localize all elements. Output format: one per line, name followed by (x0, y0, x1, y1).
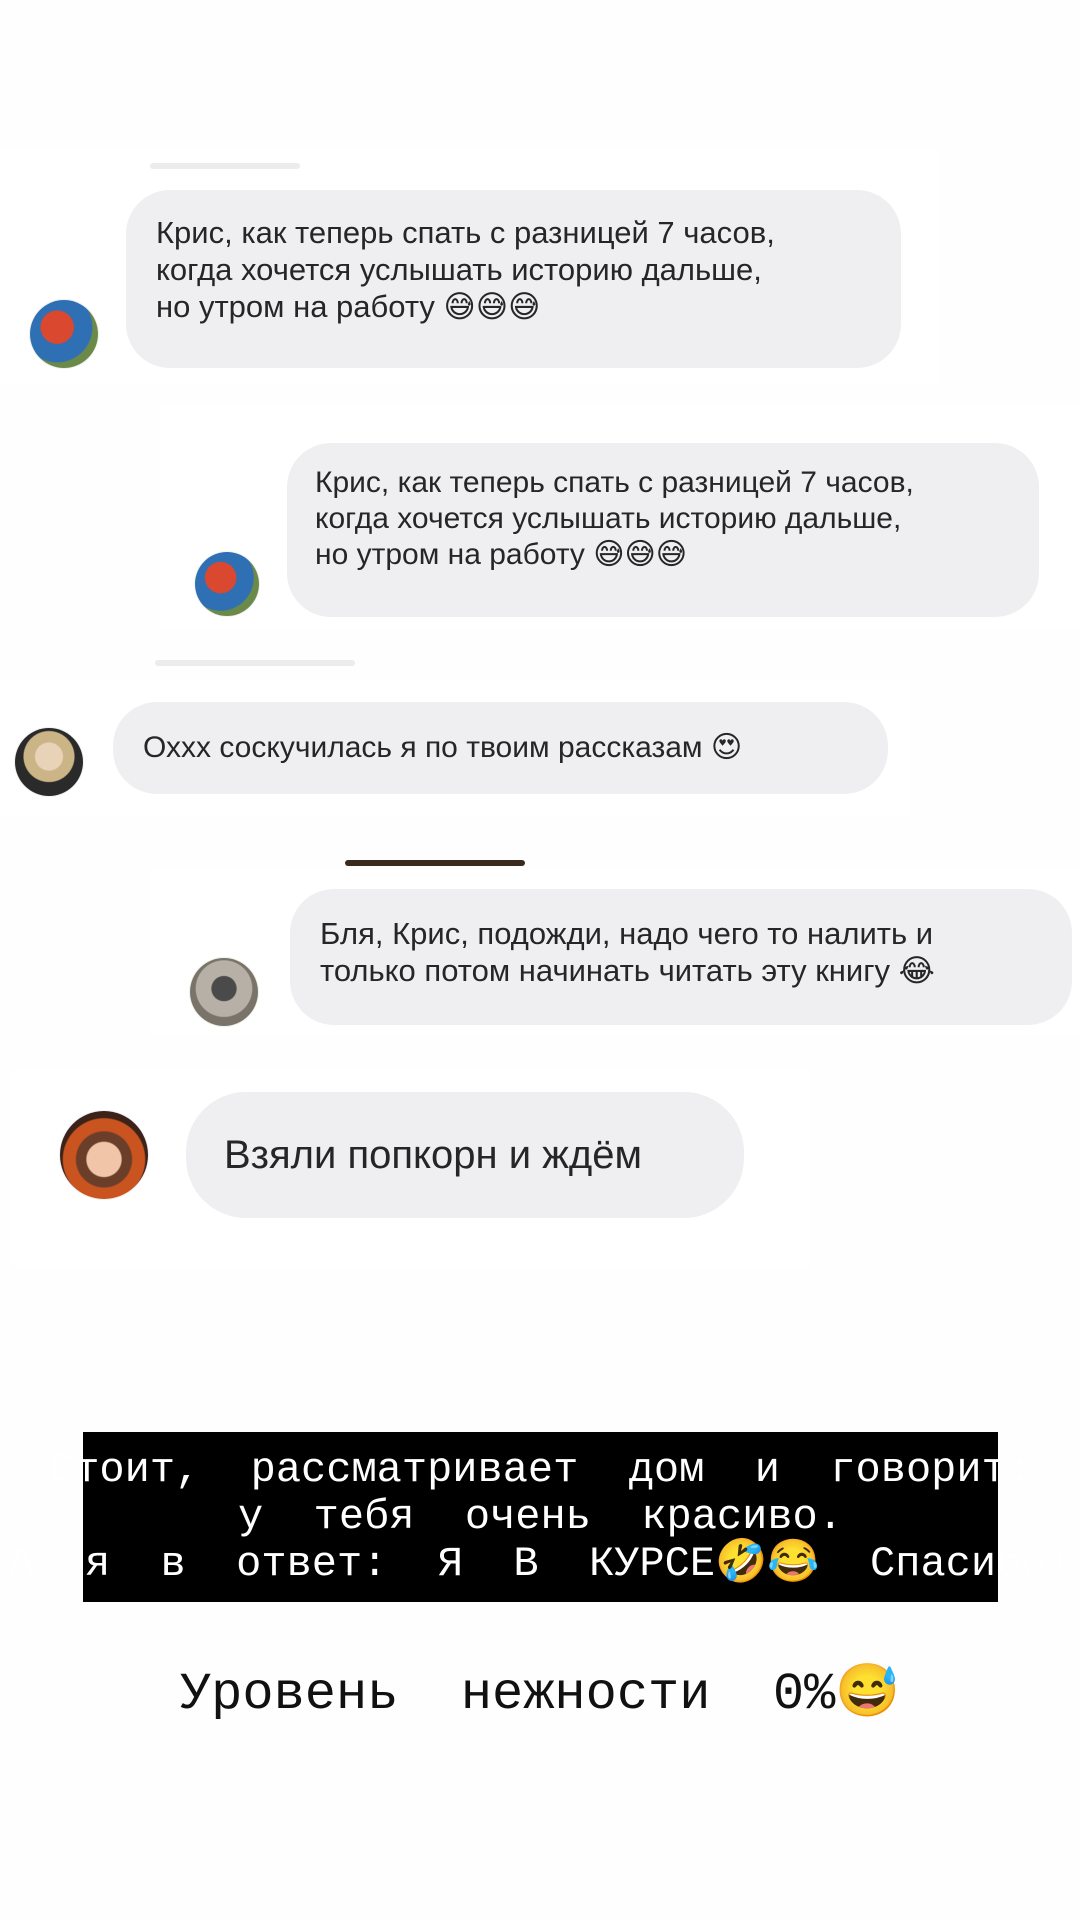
emoji: 😅😅😅 (593, 538, 688, 571)
message-text: Крис, как теперь спать с разницей 7 часо… (156, 215, 775, 250)
message-text-line: но утром на работу 😅😅😅 (315, 538, 688, 571)
avatar[interactable] (30, 300, 98, 368)
divider (345, 860, 525, 866)
caption-line: у тебя очень красиво. (238, 1492, 843, 1541)
caption-line: Стоит, рассматривает дом и говорит: (49, 1445, 1032, 1494)
message-text: когда хочется услышать историю дальше, (315, 502, 902, 535)
emoji: 😍 (710, 731, 743, 764)
message-text: когда хочется услышать историю дальше, (156, 252, 762, 288)
message-row: Крис, как теперь спать с разницей 7 часо… (195, 443, 1039, 617)
message-row: Оххх соскучилась я по твоим рассказам 😍 (15, 700, 888, 796)
message-text: Оххх соскучилась я по твоим рассказам (143, 731, 703, 764)
message-bubble: Крис, как теперь спать с разницей 7 часо… (126, 190, 901, 368)
message-row: Крис, как теперь спать с разницей 7 часо… (30, 190, 901, 368)
footer-caption: Уровень нежности 0%😅 (179, 1665, 901, 1724)
avatar[interactable] (60, 1111, 148, 1199)
message-bubble: Взяли попкорн и ждём (186, 1092, 744, 1218)
message-text-line: только потом начинать читать эту книгу 😂 (320, 953, 935, 989)
emoji: 😂 (898, 953, 935, 989)
message-row: Бля, Крис, подожди, надо чего то налить … (190, 888, 1072, 1026)
story-caption: Стоит, рассматривает дом и говорит: у те… (9, 1432, 1072, 1602)
avatar[interactable] (15, 728, 83, 796)
message-row: Взяли попкорн и ждём (60, 1092, 744, 1218)
message-bubble: Оххх соскучилась я по твоим рассказам 😍 (113, 702, 888, 794)
message-text: Крис, как теперь спать с разницей 7 часо… (315, 466, 914, 499)
avatar[interactable] (195, 552, 259, 616)
avatar[interactable] (190, 958, 258, 1026)
message-text: Взяли попкорн и ждём (224, 1133, 642, 1177)
divider (150, 163, 300, 169)
message-text-line: но утром на работу 😅😅😅 (156, 289, 541, 325)
caption-line: А я в ответ: Я В КУРСЕ🤣😂 Спасибо! (9, 1539, 1072, 1588)
message-bubble: Бля, Крис, подожди, надо чего то налить … (290, 889, 1072, 1025)
emoji: 😅😅😅 (443, 289, 541, 325)
message-text: Бля, Крис, подожди, надо чего то налить … (320, 916, 934, 951)
message-bubble: Крис, как теперь спать с разницей 7 часо… (287, 443, 1039, 617)
divider (155, 660, 355, 666)
